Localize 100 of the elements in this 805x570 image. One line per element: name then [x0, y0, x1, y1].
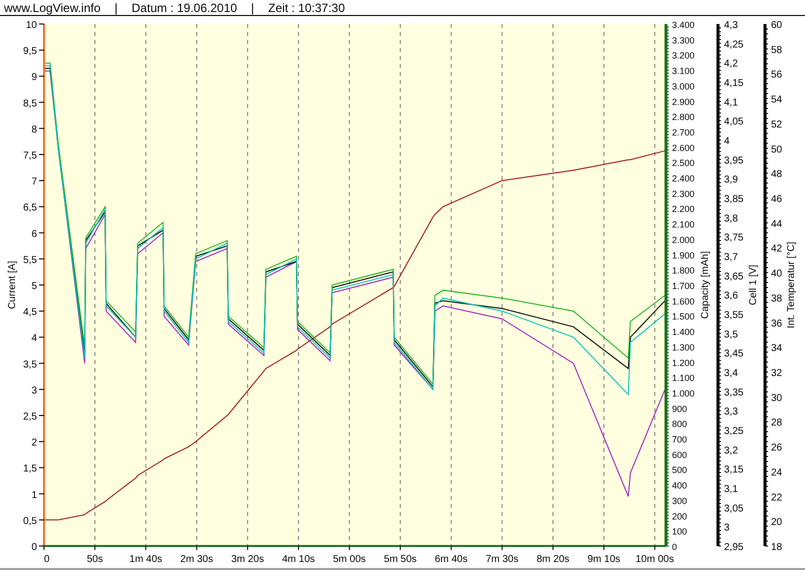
header-text: Datum : 19.06.2010: [132, 0, 238, 14]
axis-tick-label: 7: [31, 176, 37, 188]
axis-title: Capacity [mAh]: [700, 251, 711, 319]
axis-tick-label: 2m 30s: [180, 554, 214, 565]
axis-tick-label: 3,25: [724, 426, 744, 437]
axis-tick-label: 4: [724, 136, 730, 147]
axis-tick-label: 4,1: [724, 97, 738, 108]
axis-tick-label: 40: [771, 268, 782, 280]
axis-tick-label: 800: [672, 419, 688, 430]
axis-tick-label: 7,5: [23, 150, 37, 162]
axis-tick-label: 3,85: [724, 194, 744, 205]
axis-tick-label: 3,3: [724, 406, 738, 418]
axis-tick-label: 2.200: [672, 204, 695, 214]
axis-tick-label: 1.000: [672, 388, 695, 398]
header-text: Zeit : 10:37:30: [268, 0, 345, 14]
axis-tick-label: 4,3: [724, 20, 738, 31]
axis-tick-label: 2,95: [724, 542, 744, 553]
axis-tick-label: 2.000: [672, 234, 695, 245]
axis-tick-label: 500: [672, 465, 688, 476]
axis-tick-label: 4m 10s: [282, 554, 315, 565]
axis-tick-label: 48: [771, 169, 782, 180]
axis-tick-label: 2.800: [672, 112, 695, 122]
axis-tick-label: 3: [724, 522, 730, 534]
axis-tick-label: 3,45: [724, 348, 744, 360]
axis-tick-label: 7m 30s: [486, 554, 518, 565]
axis-tick-label: 60: [771, 20, 782, 31]
axis-tick-label: 5: [31, 281, 37, 292]
axis-tick-label: 4,05: [724, 116, 744, 128]
axis-tick-label: 1,5: [23, 464, 37, 475]
axis-tick-label: 8: [31, 124, 37, 136]
axis-tick-label: 28: [771, 418, 782, 429]
axis-tick-label: 3.300: [672, 35, 695, 46]
axis-tick-label: 3: [31, 385, 37, 396]
header-text: www.LogView.info: [4, 0, 101, 14]
axis-tick-label: 4,15: [724, 78, 744, 89]
axis-tick-label: 1.100: [672, 373, 695, 384]
axis-tick-label: 10m 00s: [636, 554, 674, 565]
axis-tick-label: 24: [771, 467, 782, 478]
axis-tick-label: 0,5: [23, 516, 37, 527]
axis-tick-label: 20: [771, 517, 782, 528]
axis-tick-label: 2: [31, 438, 37, 449]
axis-title: Cell 1 [V]: [748, 264, 759, 306]
axis-tick-label: 3,95: [724, 155, 744, 166]
axis-tick-label: 4: [31, 333, 37, 344]
axis-tick-label: 3,35: [724, 387, 744, 398]
axis-tick-label: 0: [672, 542, 678, 552]
axis-tick-label: 36: [771, 318, 782, 330]
axis-tick-label: 2,5: [23, 412, 37, 422]
axis-tick-label: 600: [672, 450, 688, 460]
axis-tick-label: 26: [771, 442, 782, 454]
axis-tick-label: 56: [771, 70, 782, 81]
axis-tick-label: 1.400: [672, 327, 695, 338]
axis-tick-label: 700: [672, 434, 688, 445]
axis-tick-label: 9: [31, 72, 37, 84]
axis-tick-label: 1: [31, 490, 37, 501]
axis-tick-label: 3,8: [724, 213, 738, 224]
axis-tick-label: 4,5: [23, 307, 37, 318]
axis-tick-label: 2.500: [672, 158, 695, 168]
axis-tick-label: 3,6: [724, 290, 738, 302]
axis-tick-label: 4,2: [724, 58, 738, 70]
axis-tick-label: 2.300: [672, 188, 695, 199]
axis-tick-label: 3.400: [672, 20, 695, 30]
axis-tick-label: 200: [672, 511, 688, 522]
axis-tick-label: 42: [771, 244, 782, 255]
separator: |: [251, 0, 254, 14]
axis-tick-label: 3,7: [724, 252, 738, 263]
axis-tick-label: 1.700: [672, 281, 695, 291]
axis-tick-label: 1.200: [672, 358, 695, 368]
axis-tick-label: 3,5: [23, 359, 37, 370]
axis-tick-label: 1.300: [672, 342, 695, 352]
axis-tick-label: 0: [31, 542, 37, 553]
axis-tick-label: 3,05: [724, 503, 744, 514]
separator: |: [114, 0, 118, 14]
axis-tick-label: 50: [771, 144, 782, 156]
axis-tick-label: 58: [771, 44, 782, 56]
axis-tick-label: 34: [771, 343, 782, 354]
axis-tick-label: 8m 20s: [536, 554, 570, 565]
axis-tick-label: 400: [672, 480, 688, 491]
axis-tick-label: 54: [771, 94, 782, 106]
axis-tick-label: 6,5: [23, 202, 37, 214]
axis-tick-label: 3,2: [724, 445, 738, 456]
axis-tick-label: 22: [771, 492, 782, 504]
axis-tick-label: 2.900: [672, 96, 695, 107]
axis-tick-label: 1m 40s: [129, 554, 162, 565]
axis-tick-label: 44: [771, 218, 782, 230]
axis-tick-label: 3m 20s: [231, 554, 264, 565]
axis-tick-label: 3,9: [724, 174, 738, 186]
axis-tick-label: 2.600: [672, 142, 695, 153]
axis-tick-label: 1.800: [672, 266, 695, 276]
axis-tick-label: 3.000: [672, 81, 695, 92]
axis-tick-label: 10: [26, 20, 37, 31]
axis-title: Current [A]: [7, 260, 18, 310]
axis-tick-label: 6: [31, 228, 37, 240]
axis-tick-label: 900: [672, 404, 688, 414]
axis-tick-label: 38: [771, 293, 782, 304]
axis-tick-label: 5,5: [23, 254, 37, 266]
axis-tick-label: 6m 40s: [434, 554, 468, 565]
axis-tick-label: 3,75: [724, 232, 744, 244]
axis-tick-label: 3,15: [724, 464, 744, 476]
axis-tick-label: 300: [672, 496, 688, 506]
